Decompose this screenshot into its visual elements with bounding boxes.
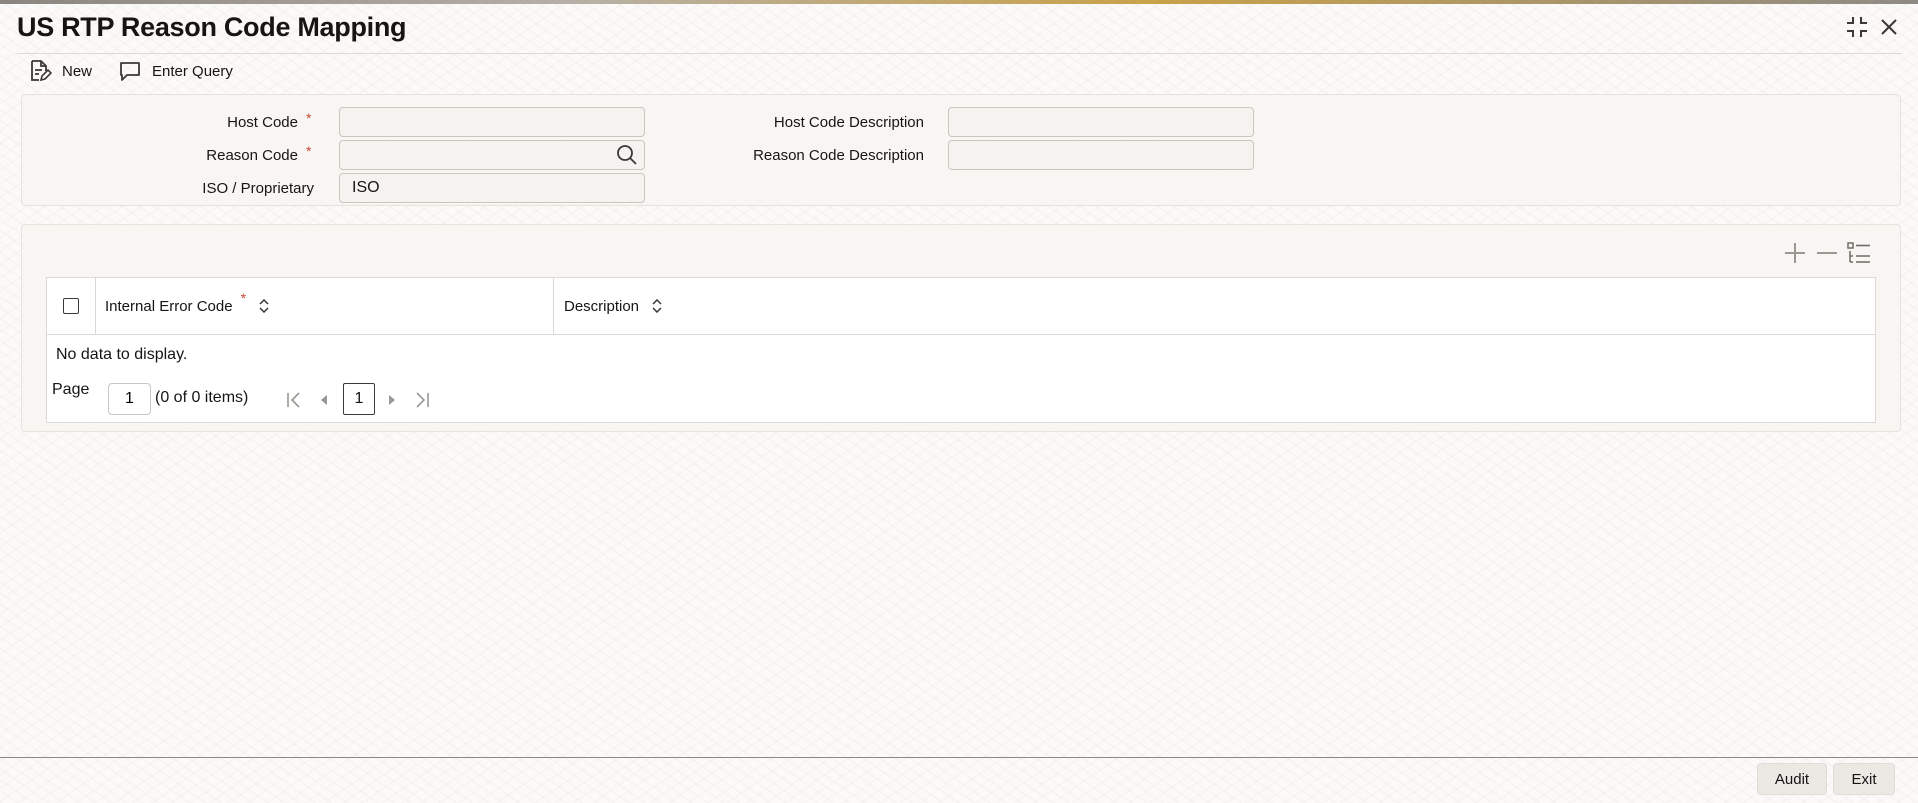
title-divider — [17, 53, 1902, 54]
first-page-icon — [287, 392, 300, 408]
reason-code-search-button[interactable] — [615, 143, 639, 167]
page-title: US RTP Reason Code Mapping — [17, 12, 407, 42]
first-page-button[interactable] — [285, 391, 303, 409]
sort-icon[interactable] — [651, 299, 663, 313]
close-icon — [1881, 19, 1897, 35]
top-banner-strip — [0, 0, 1918, 4]
column-header-internal-error-code[interactable]: Internal Error Code * — [96, 278, 554, 334]
search-icon — [617, 145, 637, 165]
list-view-icon — [1847, 242, 1870, 263]
host-code-description-label: Host Code Description — [773, 114, 924, 131]
last-page-button[interactable] — [413, 391, 431, 409]
reason-code-label: Reason Code — [206, 147, 298, 164]
last-page-icon — [416, 392, 429, 408]
page-number-input[interactable] — [108, 383, 151, 415]
host-code-label: Host Code — [227, 114, 298, 131]
internal-error-code-required-mark: * — [240, 290, 247, 306]
next-page-button[interactable] — [383, 391, 401, 409]
minus-icon — [1817, 252, 1837, 254]
add-row-button[interactable] — [1782, 240, 1808, 266]
plus-icon — [1785, 243, 1805, 263]
select-all-cell — [47, 278, 96, 334]
host-code-description-input[interactable] — [948, 107, 1254, 137]
enter-query-button-label: Enter Query — [152, 62, 233, 80]
reason-code-input[interactable] — [339, 140, 645, 170]
close-button[interactable] — [1876, 14, 1902, 40]
previous-page-button[interactable] — [315, 391, 333, 409]
enter-query-button[interactable]: Enter Query — [118, 59, 233, 83]
compress-icon — [1847, 17, 1867, 37]
select-all-checkbox[interactable] — [63, 298, 79, 314]
iso-proprietary-label: ISO / Proprietary — [202, 180, 314, 197]
column-header-label: Description — [564, 297, 640, 315]
next-page-icon — [389, 395, 395, 405]
internal-error-code-grid: Internal Error Code * Description No dat… — [46, 277, 1876, 423]
toolbar: New Enter Query — [28, 56, 259, 86]
footer-divider — [0, 757, 1918, 758]
host-code-required-mark: * — [306, 110, 312, 126]
column-header-label: Internal Error Code — [105, 297, 233, 315]
empty-grid-message: No data to display. — [56, 346, 188, 363]
page-label: Page — [52, 381, 90, 398]
iso-proprietary-field[interactable] — [339, 173, 645, 203]
reason-code-description-input[interactable] — [948, 140, 1254, 170]
maximize-button[interactable] — [1844, 14, 1870, 40]
reason-code-required-mark: * — [306, 143, 312, 159]
new-document-icon — [31, 60, 52, 82]
new-button[interactable]: New — [28, 59, 92, 83]
previous-page-icon — [321, 395, 327, 405]
sort-icon[interactable] — [258, 299, 270, 313]
items-count: (0 of 0 items) — [155, 389, 249, 406]
current-page-button[interactable]: 1 — [343, 383, 375, 415]
grid-header-row: Internal Error Code * Description — [47, 278, 1875, 335]
exit-button[interactable]: Exit — [1833, 763, 1895, 795]
audit-button[interactable]: Audit — [1757, 763, 1827, 795]
reason-code-description-label: Reason Code Description — [753, 147, 924, 164]
new-button-label: New — [62, 62, 93, 80]
column-header-description[interactable]: Description — [555, 278, 1055, 334]
chat-bubble-icon — [120, 62, 140, 81]
host-code-input[interactable] — [339, 107, 645, 137]
delete-row-button[interactable] — [1814, 240, 1840, 266]
row-details-button[interactable] — [1846, 240, 1872, 266]
